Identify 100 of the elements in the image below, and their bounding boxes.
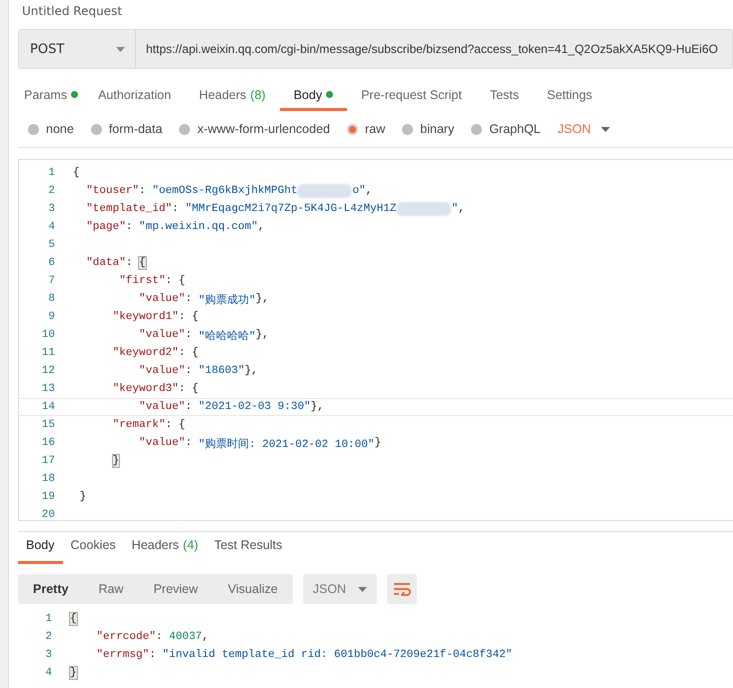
code-token: : [185,365,193,377]
body-type-radio[interactable]: raw [347,122,386,136]
radio-icon[interactable] [179,124,190,134]
code-token: "MMrEqagcM2i7q7Zp-5K4JG-L4zMyH1Z [185,203,396,215]
request-title: Untitled Request [21,4,122,18]
line-number: 20 [40,509,56,520]
line-number: 1 [47,167,56,179]
code-token: "18603" [198,365,245,377]
code-token: "first" [118,275,166,287]
code-token: "mp.weixin.qq.com" [139,221,258,233]
radio-icon[interactable] [347,124,358,134]
code-token: "value" [138,401,186,413]
matched-bracket: } [112,455,120,467]
code-token: "page" [85,221,126,233]
line-number: 14 [40,401,56,413]
code-token: "remark" [112,419,166,431]
request-tab[interactable]: Body [280,69,348,111]
blurred-redaction [396,202,452,216]
body-type-radio[interactable]: binary [402,122,454,136]
code-token: : [185,401,193,413]
response-tab[interactable]: Headers (4) [124,532,206,564]
radio-icon[interactable] [402,124,414,134]
code-token: : { [178,383,198,395]
code-token: : { [165,419,186,431]
line-number: 2 [44,631,53,643]
code-token: "keyword1" [112,311,179,323]
request-tab[interactable]: Authorization [84,69,186,111]
code-token: } [78,491,86,503]
view-mode-button[interactable]: Raw [83,574,138,604]
code-token: : [185,437,193,449]
response-format-dropdown[interactable]: JSON [302,574,377,604]
matched-bracket: { [70,613,77,625]
url-field[interactable]: https://api.weixin.qq.com/cgi-bin/message/subscribe/bizsend?access_token=41_Q2Oz5akXA5KQ9-HuEi6O [136,30,732,68]
line-number: 1 [44,613,53,625]
line-number: 13 [40,383,56,395]
line-number: 10 [40,329,56,341]
code-token: : { [178,347,198,359]
code-token: : [139,185,147,197]
code-token: "invalid template_id rid: 601bb0c4-7209e21f-04c8f342" [162,649,512,661]
code-token: "errcode" [95,631,156,643]
code-token: "value" [138,365,186,377]
response-tab[interactable]: Test Results [206,532,290,564]
line-number: 17 [40,455,56,467]
radio-label: form-data [108,122,162,136]
line-number: 4 [44,667,53,679]
code-token: : [126,221,134,233]
code-token: " [451,203,458,215]
response-tab[interactable]: Cookies [62,532,124,564]
caret-icon [600,126,610,132]
request-tab[interactable]: Settings [533,69,606,111]
code-token: "哈哈哈哈" [198,329,256,342]
request-tab[interactable]: Params [18,69,84,111]
code-token: "value" [138,329,186,341]
request-tab[interactable]: Pre-request Script [347,69,476,111]
code-token: "errmsg" [95,649,150,661]
code-token: : [126,257,134,269]
line-number: 2 [47,185,56,197]
request-tab[interactable]: Headers (8) [185,69,280,111]
code-token: "keyword3" [112,383,179,395]
radio-label: none [46,122,74,136]
line-number: 3 [47,203,56,215]
caret-icon [358,586,367,592]
body-type-radio[interactable]: none [28,122,74,136]
wrap-lines-button[interactable] [386,574,417,604]
code-token: }, [256,329,269,341]
response-tab[interactable]: Body [18,532,62,564]
line-number: 12 [40,365,56,377]
code-token: : [172,203,180,215]
code-token: , [258,221,264,233]
request-tab[interactable]: Tests [476,69,533,111]
radio-label: binary [420,122,454,136]
line-number: 19 [40,491,56,503]
view-mode-button[interactable]: Visualize [212,574,293,604]
code-token: "oemOSs-Rg6kBxjhkMPGht [152,185,298,197]
code-token: , [366,185,372,197]
code-token: 40037 [169,631,202,643]
line-number: 7 [47,275,56,287]
caret-icon [116,46,125,52]
line-number: 9 [47,311,56,323]
radio-icon[interactable] [471,124,482,134]
code-token: }, [310,401,324,413]
code-token: { [73,167,80,179]
code-token: "value" [138,437,186,449]
body-type-radio[interactable]: form-data [90,122,162,136]
matched-bracket: { [139,257,146,269]
line-number: 18 [40,473,56,485]
code-token: : { [165,275,186,287]
radio-icon[interactable] [90,124,102,134]
code-token: , [202,631,209,643]
body-type-radio[interactable]: GraphQL [471,122,541,136]
code-token: , [458,203,465,215]
code-token: "2021-02-03 9:30" [198,401,311,413]
code-token: "value" [138,293,186,305]
code-token: "购票成功" [198,293,256,306]
code-token: : [185,329,193,341]
view-mode-button[interactable]: Preview [138,574,213,604]
line-number: 5 [47,239,56,251]
radio-icon[interactable] [28,124,39,134]
radio-label: GraphQL [489,122,541,136]
view-mode-button[interactable]: Pretty [18,574,84,604]
